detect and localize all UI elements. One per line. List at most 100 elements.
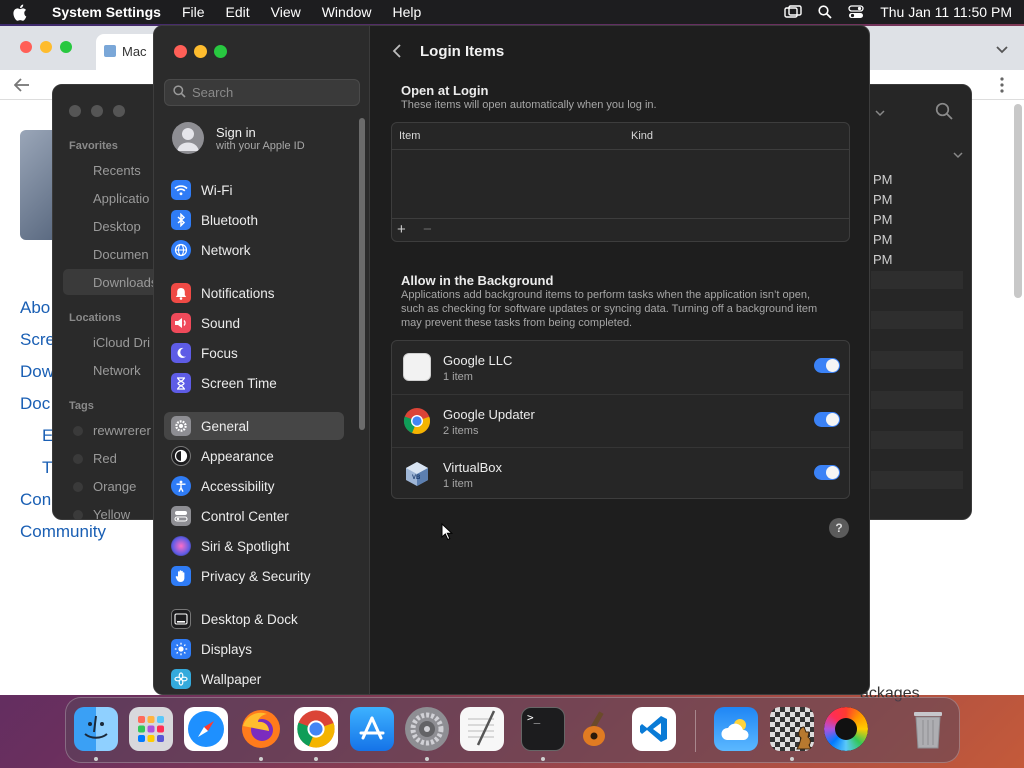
sidebar-item-privacy-security[interactable]: Privacy & Security [164, 562, 344, 590]
sidebar-item-appearance[interactable]: Appearance [164, 442, 344, 470]
dock-launchpad-icon[interactable] [129, 707, 173, 751]
search-input[interactable] [192, 85, 352, 100]
spotlight-search-icon[interactable] [818, 5, 832, 19]
dock-vscode-icon[interactable] [632, 707, 676, 751]
finder-item-recents[interactable]: Recents [93, 163, 141, 178]
finder-row [871, 391, 963, 409]
dock-trash-icon[interactable] [906, 707, 950, 751]
dock-color-picker-icon[interactable] [824, 707, 868, 751]
app-menu[interactable]: System Settings [52, 4, 161, 20]
finder-close-button[interactable] [69, 105, 81, 117]
dock-firefox-icon[interactable] [239, 707, 283, 751]
menu-view[interactable]: View [271, 4, 301, 20]
sidebar-item-sound[interactable]: Sound [164, 309, 344, 337]
sidebar-item-general[interactable]: General [164, 412, 344, 440]
page-link[interactable]: Community [20, 522, 106, 554]
help-button[interactable]: ? [829, 518, 849, 538]
menu-window[interactable]: Window [322, 4, 372, 20]
sidebar-item-screen-time[interactable]: Screen Time [164, 369, 344, 397]
add-login-item-button[interactable]: + [397, 221, 406, 238]
column-header-kind[interactable]: Kind [631, 130, 653, 142]
list-item: Google Updater 2 items [392, 394, 849, 447]
sidebar-item-accessibility[interactable]: Accessibility [164, 472, 344, 500]
background-title: Allow in the Background [401, 273, 554, 288]
finder-search-icon[interactable] [935, 102, 953, 123]
dock-textedit-icon[interactable] [460, 707, 504, 751]
minimize-button[interactable] [194, 45, 207, 58]
item-count: 1 item [443, 371, 473, 383]
control-center-icon[interactable] [848, 5, 864, 19]
finder-tag[interactable]: Orange [93, 479, 136, 494]
google-llc-toggle[interactable] [814, 358, 840, 373]
finder-minimize-button[interactable] [91, 105, 103, 117]
sidebar-scrollbar[interactable] [359, 118, 365, 430]
finder-chevron-icon[interactable] [875, 105, 885, 120]
back-button[interactable] [392, 43, 402, 62]
finder-item-downloads[interactable]: Downloads [93, 275, 157, 290]
browser-close-button[interactable] [20, 41, 32, 53]
finder-sort-chevron-icon[interactable] [953, 147, 963, 162]
menu-help[interactable]: Help [393, 4, 422, 20]
google-updater-toggle[interactable] [814, 412, 840, 427]
signin-text: Sign in with your Apple ID [204, 125, 305, 152]
apple-id-signin[interactable]: Sign in with your Apple ID [172, 122, 305, 154]
dock-separator [695, 710, 696, 752]
sidebar-item-focus[interactable]: Focus [164, 339, 344, 367]
dock-garageband-icon[interactable] [576, 707, 620, 751]
apple-menu-icon[interactable] [12, 4, 30, 21]
sidebar-item-wallpaper[interactable]: Wallpaper [164, 665, 344, 693]
dock-safari-icon[interactable] [184, 707, 228, 751]
finder-tag[interactable]: rewwrerer [93, 423, 151, 438]
siri-icon [171, 536, 191, 556]
virtualbox-icon: VB [403, 460, 431, 488]
running-indicator [259, 757, 263, 761]
sidebar-item-notifications[interactable]: Notifications [164, 279, 344, 307]
finder-tag[interactable]: Red [93, 451, 117, 466]
finder-item-desktop[interactable]: Desktop [93, 219, 141, 234]
dock-finder-icon[interactable] [74, 707, 118, 751]
remove-login-item-button[interactable]: − [423, 221, 432, 238]
sidebar-label: Sound [201, 315, 241, 331]
clock[interactable]: Thu Jan 11 11:50 PM [880, 4, 1012, 20]
finder-item-network[interactable]: Network [93, 363, 141, 378]
menu-file[interactable]: File [182, 4, 205, 20]
signin-subtitle: with your Apple ID [216, 139, 305, 152]
dock-system-settings-icon[interactable] [405, 707, 449, 751]
screen-mirroring-icon[interactable] [784, 5, 802, 19]
finder-row [871, 271, 963, 289]
dock-chess-icon[interactable] [770, 707, 814, 751]
sidebar-item-displays[interactable]: Displays [164, 635, 344, 663]
sidebar-item-siri-spotlight[interactable]: Siri & Spotlight [164, 532, 344, 560]
more-menu-icon[interactable] [1000, 77, 1004, 96]
sidebar-label: Notifications [201, 285, 275, 301]
search-field[interactable] [164, 79, 360, 106]
login-items-table: Item Kind + − [391, 122, 850, 242]
dock-app-store-icon[interactable] [350, 707, 394, 751]
sidebar-item-wifi[interactable]: Wi-Fi [164, 176, 344, 204]
zoom-button[interactable] [214, 45, 227, 58]
finder-zoom-button[interactable] [113, 105, 125, 117]
browser-zoom-button[interactable] [60, 41, 72, 53]
column-header-item[interactable]: Item [399, 130, 420, 142]
tag-dot-icon [73, 482, 83, 492]
dock-weather-icon[interactable] [714, 707, 758, 751]
finder-item-icloud[interactable]: iCloud Dri [93, 335, 150, 350]
back-arrow-icon[interactable] [13, 78, 30, 95]
browser-minimize-button[interactable] [40, 41, 52, 53]
sidebar-item-bluetooth[interactable]: Bluetooth [164, 206, 344, 234]
virtualbox-toggle[interactable] [814, 465, 840, 480]
close-button[interactable] [174, 45, 187, 58]
item-name: VirtualBox [443, 460, 503, 475]
finder-tag[interactable]: Yellow [93, 507, 130, 519]
sidebar-item-control-center[interactable]: Control Center [164, 502, 344, 530]
list-item: VB VirtualBox 1 item [392, 447, 849, 500]
sidebar-item-network[interactable]: Network [164, 236, 344, 264]
menu-edit[interactable]: Edit [226, 4, 250, 20]
finder-item-applications[interactable]: Applicatio [93, 191, 149, 206]
sidebar-item-desktop-dock[interactable]: Desktop & Dock [164, 605, 344, 633]
dock-chrome-icon[interactable] [294, 707, 338, 751]
tab-list-chevron-icon[interactable] [996, 42, 1008, 57]
dock-terminal-icon[interactable]: >_ [521, 707, 565, 751]
finder-item-documents[interactable]: Documen [93, 247, 149, 262]
browser-scrollbar[interactable] [1014, 104, 1022, 298]
